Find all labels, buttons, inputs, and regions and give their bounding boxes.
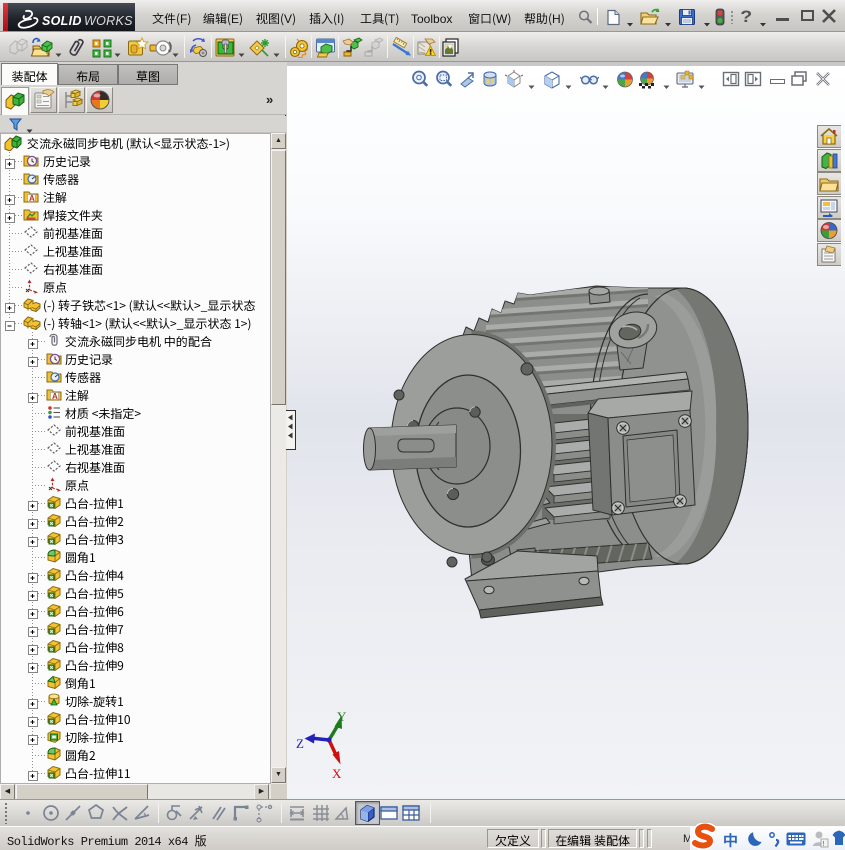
svg-text:Y: Y: [337, 709, 347, 724]
svg-text:A: A: [52, 392, 58, 401]
svg-text:Z: Z: [296, 736, 304, 751]
svg-text:!: !: [823, 841, 825, 848]
svg-text:WORKS: WORKS: [84, 14, 133, 28]
svg-text:A: A: [29, 194, 35, 203]
svg-text:X: X: [332, 766, 342, 781]
svg-text:SOLID: SOLID: [42, 14, 82, 28]
